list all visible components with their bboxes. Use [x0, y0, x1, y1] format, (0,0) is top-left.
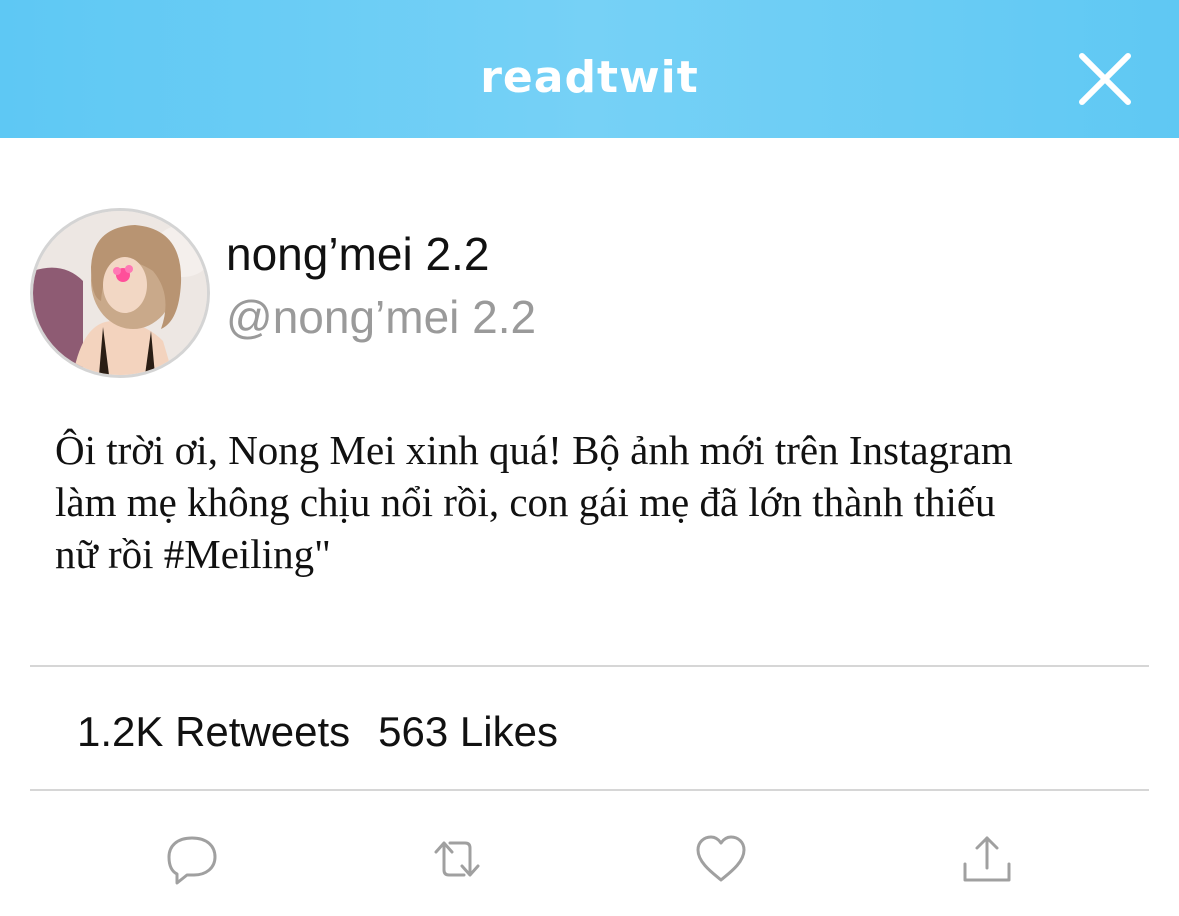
retweet-button[interactable]	[428, 830, 486, 888]
app-header: readtwit	[0, 0, 1179, 138]
retweet-count[interactable]: 1.2K Retweets	[77, 708, 350, 756]
divider	[30, 665, 1149, 667]
avatar[interactable]	[30, 208, 210, 378]
close-icon	[1079, 53, 1131, 105]
reply-icon	[167, 836, 217, 885]
user-handle[interactable]: @nong’mei 2.2	[226, 290, 536, 344]
close-button[interactable]	[1072, 46, 1138, 112]
share-button[interactable]	[958, 830, 1016, 888]
reply-button[interactable]	[163, 830, 221, 888]
display-name[interactable]: nong’mei 2.2	[226, 227, 489, 281]
brand-logo: readtwit	[480, 52, 699, 103]
tweet-text: Ôi trời ơi, Nong Mei xinh quá! Bộ ảnh mớ…	[55, 424, 1155, 580]
tweet-line: Ôi trời ơi, Nong Mei xinh quá! Bộ ảnh mớ…	[55, 427, 1013, 473]
heart-icon	[696, 835, 746, 882]
retweet-icon	[434, 841, 480, 877]
like-button[interactable]	[692, 830, 750, 888]
like-count[interactable]: 563 Likes	[378, 708, 558, 756]
tweet-line: nữ rồi #Meiling"	[55, 531, 331, 577]
profile-photo	[33, 211, 207, 375]
tweet-line: làm mẹ không chịu nổi rồi, con gái mẹ đã…	[55, 479, 996, 525]
tweet-stats: 1.2K Retweets 563 Likes	[77, 708, 558, 756]
divider	[30, 789, 1149, 791]
share-icon	[963, 836, 1011, 882]
